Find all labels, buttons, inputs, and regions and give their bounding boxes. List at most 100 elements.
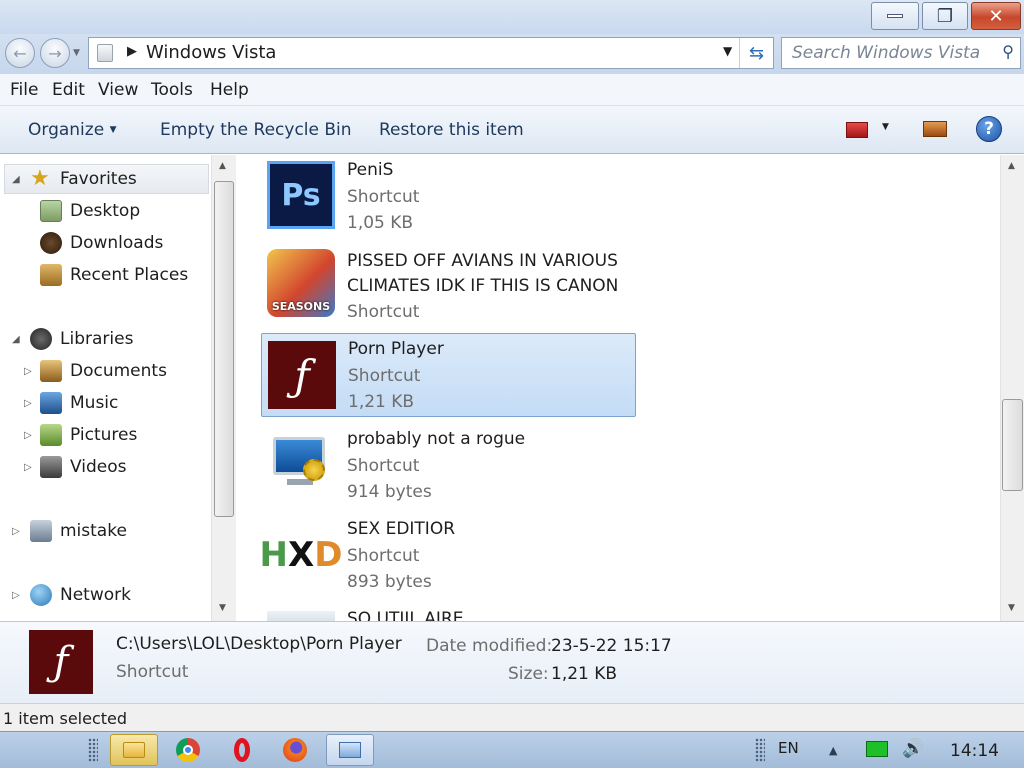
music-expand-icon[interactable]: ▷ xyxy=(24,398,32,409)
scroll-up-icon[interactable]: ▲ xyxy=(1008,161,1015,171)
nav-scrollbar[interactable]: ▲ ▼ xyxy=(211,155,236,621)
language-indicator[interactable]: EN xyxy=(778,739,799,757)
address-path[interactable]: Windows Vista xyxy=(146,42,276,63)
file-size: 914 bytes xyxy=(347,482,432,502)
command-bar: Organize ▼ Empty the Recycle Bin Restore… xyxy=(0,106,1024,154)
network-expand-icon[interactable]: ▷ xyxy=(12,590,20,601)
back-button[interactable]: ← xyxy=(5,38,35,68)
close-button[interactable]: ✕ xyxy=(971,2,1021,30)
restore-button[interactable]: ❐ xyxy=(922,2,968,30)
file-name: PISSED OFF AVIANS IN VARIOUS xyxy=(347,251,618,271)
details-date-value: 23-5-22 15:17 xyxy=(551,636,672,656)
volume-icon[interactable]: 🔊 xyxy=(902,738,924,759)
file-size: 893 bytes xyxy=(347,572,432,592)
menu-edit[interactable]: Edit xyxy=(52,80,85,100)
menu-bar: File Edit View Tools Help xyxy=(0,74,1024,106)
nav-music[interactable]: Music xyxy=(40,392,118,414)
explorer-taskbar-button[interactable] xyxy=(110,734,158,766)
desktop-icon xyxy=(40,200,62,222)
address-bar[interactable]: ▶ Windows Vista ▼ ⇆ xyxy=(88,37,774,69)
firefox-icon xyxy=(283,738,307,762)
status-bar: 1 item selected xyxy=(0,703,1024,731)
nav-mistake[interactable]: mistake xyxy=(30,520,127,542)
file-type: Shortcut xyxy=(347,187,420,207)
tray-grip[interactable] xyxy=(755,738,765,762)
menu-help[interactable]: Help xyxy=(210,80,249,100)
menu-view[interactable]: View xyxy=(98,80,138,100)
nav-network-label: Network xyxy=(60,585,131,605)
file-item[interactable]: Ps PeniS Shortcut 1,05 KB xyxy=(261,155,636,241)
window-switcher-button[interactable] xyxy=(326,734,374,766)
network-icon xyxy=(30,584,52,606)
libraries-expand-icon[interactable]: ◢ xyxy=(12,334,20,345)
firefox-taskbar-button[interactable] xyxy=(278,734,312,766)
videos-expand-icon[interactable]: ▷ xyxy=(24,462,32,473)
menu-tools[interactable]: Tools xyxy=(151,80,193,100)
libraries-icon xyxy=(30,328,52,350)
nav-scroll-thumb[interactable] xyxy=(214,181,234,517)
scroll-down-icon[interactable]: ▼ xyxy=(1008,603,1015,613)
network-status-icon[interactable] xyxy=(866,741,888,757)
taskbar-grip[interactable] xyxy=(88,738,98,762)
empty-recycle-bin-button[interactable]: Empty the Recycle Bin xyxy=(160,120,352,140)
window-switcher-icon xyxy=(339,742,361,758)
nav-network[interactable]: Network xyxy=(30,584,131,606)
file-name-line2: CLIMATES IDK IF THIS IS CANON xyxy=(347,276,619,296)
nav-videos[interactable]: Videos xyxy=(40,456,127,478)
nav-downloads[interactable]: Downloads xyxy=(40,232,163,254)
file-item-selected[interactable]: ƒ Porn Player Shortcut 1,21 KB xyxy=(261,333,636,417)
nav-favorites[interactable]: ★ Favorites xyxy=(30,168,137,190)
details-size-label: Size: xyxy=(508,664,549,684)
search-placeholder[interactable]: Search Windows Vista xyxy=(792,43,980,63)
menu-file[interactable]: File xyxy=(10,80,38,100)
scroll-down-icon[interactable]: ▼ xyxy=(219,603,226,613)
scroll-up-icon[interactable]: ▲ xyxy=(219,161,226,171)
refresh-button[interactable]: ⇆ xyxy=(739,38,773,68)
restore-item-button[interactable]: Restore this item xyxy=(379,120,524,140)
seasons-logo-text: SEASONS xyxy=(271,300,331,313)
nav-pictures[interactable]: Pictures xyxy=(40,424,137,446)
chrome-taskbar-button[interactable] xyxy=(171,734,205,766)
address-dropdown-icon[interactable]: ▼ xyxy=(723,44,732,58)
mistake-expand-icon[interactable]: ▷ xyxy=(12,526,20,537)
search-icon[interactable]: ⚲ xyxy=(1002,42,1014,61)
file-item[interactable]: probably not a rogue Shortcut 914 bytes xyxy=(261,425,636,511)
chevron-down-icon: ▼ xyxy=(109,125,117,135)
opera-taskbar-button[interactable] xyxy=(225,734,259,766)
nav-recent-places[interactable]: Recent Places xyxy=(40,264,188,286)
pictures-icon xyxy=(40,424,62,446)
minimize-button[interactable] xyxy=(871,2,919,30)
organize-button[interactable]: Organize ▼ xyxy=(28,120,117,140)
recent-pages-dropdown[interactable]: ▼ xyxy=(73,48,80,58)
content-scroll-thumb[interactable] xyxy=(1002,399,1023,491)
search-box[interactable]: Search Windows Vista ⚲ xyxy=(781,37,1021,69)
tray-overflow-icon[interactable]: ▲ xyxy=(829,744,837,757)
view-options-dropdown-icon[interactable]: ▼ xyxy=(882,122,889,132)
change-view-icon[interactable] xyxy=(846,122,868,138)
refresh-icon: ⇆ xyxy=(748,42,765,64)
file-type: Shortcut xyxy=(347,456,420,476)
breadcrumb-chevron-icon[interactable]: ▶ xyxy=(127,44,137,59)
photoshop-icon: Ps xyxy=(267,161,335,229)
file-item[interactable]: SO UTIIL AIRE xyxy=(261,605,636,621)
nav-desktop-label: Desktop xyxy=(70,201,141,221)
help-button[interactable]: ? xyxy=(976,116,1002,142)
recent-places-icon xyxy=(40,264,62,286)
pictures-expand-icon[interactable]: ▷ xyxy=(24,430,32,441)
file-name: SEX EDITIOR xyxy=(347,519,456,539)
favorites-expand-icon[interactable]: ◢ xyxy=(12,174,20,185)
content-scrollbar[interactable]: ▲ ▼ xyxy=(1000,155,1024,621)
folder-icon xyxy=(123,742,145,758)
file-name: probably not a rogue xyxy=(347,429,526,449)
clock[interactable]: 14:14 xyxy=(950,741,999,761)
file-item[interactable]: SEASONS PISSED OFF AVIANS IN VARIOUS CLI… xyxy=(261,247,636,327)
preview-pane-icon[interactable] xyxy=(923,121,947,137)
nav-libraries[interactable]: Libraries xyxy=(30,328,133,350)
documents-icon xyxy=(40,360,62,382)
documents-expand-icon[interactable]: ▷ xyxy=(24,366,32,377)
nav-documents[interactable]: Documents xyxy=(40,360,167,382)
nav-desktop[interactable]: Desktop xyxy=(40,200,140,222)
file-type: Shortcut xyxy=(347,302,420,322)
file-item[interactable]: HXD SEX EDITIOR Shortcut 893 bytes xyxy=(260,515,636,601)
forward-button[interactable]: → xyxy=(40,38,70,68)
